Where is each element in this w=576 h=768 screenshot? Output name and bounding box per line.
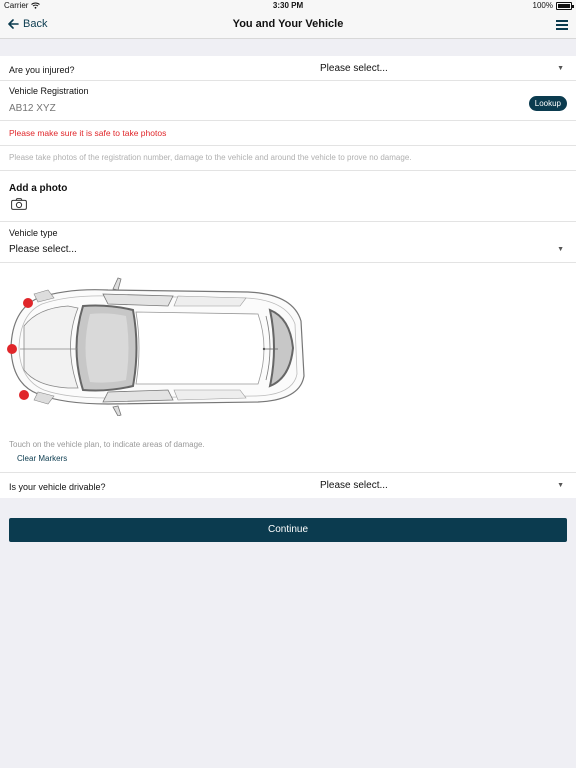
registration-section: Vehicle Registration: [0, 81, 576, 121]
page-title: You and Your Vehicle: [232, 18, 344, 30]
clear-markers-button[interactable]: Clear Markers: [17, 454, 67, 463]
damage-marker[interactable]: [19, 390, 29, 400]
status-bar: Carrier 3:30 PM 100%: [0, 0, 576, 12]
navigation-bar: Back You and Your Vehicle: [0, 12, 576, 39]
injured-select[interactable]: Are you injured? Please select... ▼: [0, 56, 576, 81]
damage-marker[interactable]: [7, 344, 17, 354]
registration-label: Vehicle Registration: [9, 86, 89, 96]
continue-button[interactable]: Continue: [9, 518, 567, 542]
photo-instructions-row: Please take photos of the registration n…: [0, 146, 576, 171]
vehicle-form: Are you injured? Please select... ▼ Vehi…: [0, 56, 576, 498]
hamburger-menu-icon[interactable]: [556, 20, 568, 30]
chevron-down-icon: ▼: [557, 482, 564, 489]
battery-percent: 100%: [532, 1, 553, 10]
chevron-down-icon: ▼: [557, 246, 564, 253]
lookup-button[interactable]: Lookup: [528, 96, 567, 111]
safety-warning-row: Please make sure it is safe to take phot…: [0, 121, 576, 146]
clock: 3:30 PM: [272, 1, 304, 10]
registration-input[interactable]: [9, 101, 429, 115]
drivable-select[interactable]: Is your vehicle drivable? Please select.…: [0, 473, 576, 498]
vehicle-plan-hint: Touch on the vehicle plan, to indicate a…: [9, 440, 205, 449]
add-photo-label: Add a photo: [9, 183, 68, 194]
photo-instructions: Please take photos of the registration n…: [9, 153, 412, 162]
drivable-value: Please select...: [320, 480, 388, 491]
chevron-down-icon: ▼: [557, 65, 564, 72]
damage-marker[interactable]: [23, 298, 33, 308]
battery-icon: [556, 1, 574, 10]
injured-label: Are you injured?: [9, 65, 75, 75]
add-photo-section: Add a photo: [0, 171, 576, 222]
camera-icon[interactable]: [11, 198, 27, 210]
drivable-label: Is your vehicle drivable?: [9, 482, 106, 492]
injured-value: Please select...: [320, 63, 388, 74]
vehicle-type-value: Please select...: [9, 244, 77, 255]
vehicle-plan-section: Touch on the vehicle plan, to indicate a…: [0, 263, 576, 473]
vehicle-type-label: Vehicle type: [9, 228, 58, 238]
vehicle-type-select[interactable]: Vehicle type Please select... ▼: [0, 222, 576, 263]
vehicle-plan-diagram[interactable]: [8, 276, 308, 416]
safety-warning: Please make sure it is safe to take phot…: [9, 128, 167, 138]
battery-indicator: 100%: [532, 1, 574, 10]
